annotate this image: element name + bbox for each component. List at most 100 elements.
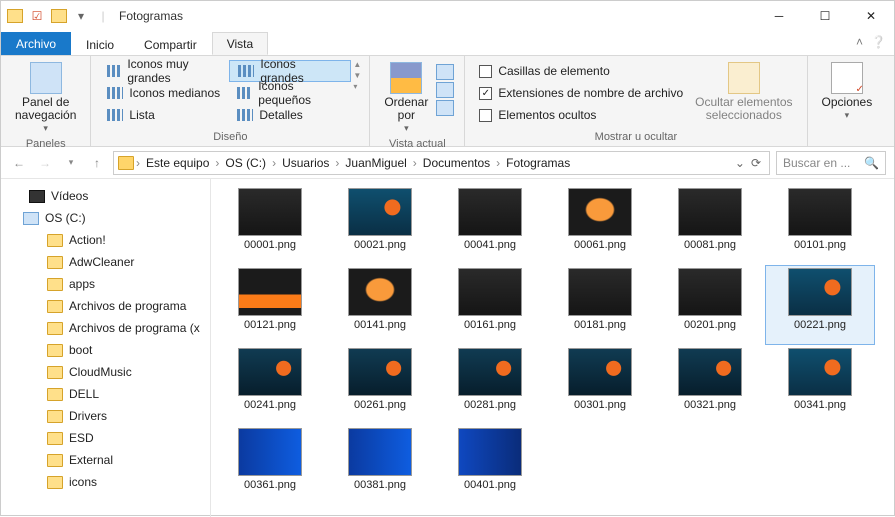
search-input[interactable]: Buscar en ... 🔍 xyxy=(776,151,886,175)
group-layout: Iconos muy grandes Iconos medianos Lista… xyxy=(91,56,370,146)
nav-pane-label: Panel de navegación xyxy=(15,96,76,122)
file-thumbnail xyxy=(678,348,742,396)
tree-folder[interactable]: icons xyxy=(1,471,210,493)
file-item[interactable]: 00381.png xyxy=(325,425,435,505)
tree-folder[interactable]: DELL xyxy=(1,383,210,405)
sort-by-button[interactable]: Ordenar por ▾ xyxy=(378,60,434,136)
file-item[interactable]: 00041.png xyxy=(435,185,545,265)
history-dropdown-icon[interactable]: ⌄ xyxy=(735,156,745,170)
refresh-icon[interactable]: ⟳ xyxy=(747,156,765,170)
hide-selected-button[interactable]: Ocultar elementos seleccionados xyxy=(689,60,798,124)
crumb-5[interactable]: Fotogramas xyxy=(502,156,574,170)
tab-home[interactable]: Inicio xyxy=(71,33,129,55)
group-panes: Panel de navegación ▾ Paneles xyxy=(1,56,91,146)
chk-file-ext[interactable]: ✓Extensiones de nombre de archivo xyxy=(473,82,689,104)
maximize-button[interactable]: ☐ xyxy=(802,1,848,31)
folder-icon xyxy=(118,156,134,170)
tree-folder[interactable]: ESD xyxy=(1,427,210,449)
file-item[interactable]: 00301.png xyxy=(545,345,655,425)
layout-list[interactable]: Lista xyxy=(99,104,229,126)
forward-button[interactable]: → xyxy=(35,153,55,173)
tree-folder[interactable]: CloudMusic xyxy=(1,361,210,383)
tree-folder[interactable]: Drivers xyxy=(1,405,210,427)
crumb-0[interactable]: Este equipo xyxy=(142,156,213,170)
size-columns-icon[interactable] xyxy=(436,82,454,98)
file-thumbnail xyxy=(568,348,632,396)
file-item[interactable]: 00001.png xyxy=(215,185,325,265)
nav-tree[interactable]: Vídeos OS (C:) Action!AdwCleanerappsArch… xyxy=(1,179,211,517)
tree-folder[interactable]: AdwCleaner xyxy=(1,251,210,273)
back-button[interactable]: ← xyxy=(9,153,29,173)
chevron-down-icon: ▾ xyxy=(404,124,409,134)
minimize-button[interactable]: ─ xyxy=(756,1,802,31)
layout-scroll-up-icon[interactable]: ▲ xyxy=(353,60,361,69)
file-thumbnail xyxy=(458,428,522,476)
layout-scroll-down-icon[interactable]: ▼ xyxy=(353,71,361,80)
file-name: 00021.png xyxy=(328,239,432,251)
file-item[interactable]: 00201.png xyxy=(655,265,765,345)
file-item[interactable]: 00101.png xyxy=(765,185,875,265)
recent-button[interactable]: ▾ xyxy=(61,153,81,173)
file-name: 00361.png xyxy=(218,479,322,491)
file-item[interactable]: 00021.png xyxy=(325,185,435,265)
file-item[interactable]: 00221.png xyxy=(765,265,875,345)
file-item[interactable]: 00081.png xyxy=(655,185,765,265)
folder-icon xyxy=(47,476,63,489)
qat-newfolder-icon[interactable] xyxy=(51,9,67,23)
file-item[interactable]: 00141.png xyxy=(325,265,435,345)
hide-selected-label: Ocultar elementos seleccionados xyxy=(695,96,792,122)
crumb-3[interactable]: JuanMiguel xyxy=(341,156,410,170)
crumb-4[interactable]: Documentos xyxy=(419,156,494,170)
layout-details[interactable]: Detalles xyxy=(229,104,351,126)
qat-properties-icon[interactable]: ☑ xyxy=(29,8,45,24)
add-columns-icon[interactable] xyxy=(436,64,454,80)
tree-folder[interactable]: Archivos de programa xyxy=(1,295,210,317)
breadcrumb[interactable]: › Este equipo› OS (C:)› Usuarios› JuanMi… xyxy=(113,151,770,175)
file-item[interactable]: 00061.png xyxy=(545,185,655,265)
group-label-layout: Diseño xyxy=(99,129,361,146)
tab-share[interactable]: Compartir xyxy=(129,33,212,55)
layout-more-icon[interactable]: ▾ xyxy=(353,82,361,91)
file-item[interactable]: 00181.png xyxy=(545,265,655,345)
file-item[interactable]: 00121.png xyxy=(215,265,325,345)
file-name: 00061.png xyxy=(548,239,652,251)
options-icon: ✓ xyxy=(831,62,863,94)
nav-pane-button[interactable]: Panel de navegación ▾ xyxy=(9,60,82,136)
crumb-2[interactable]: Usuarios xyxy=(278,156,333,170)
help-icon[interactable]: ❔ xyxy=(871,35,886,49)
file-item[interactable]: 00161.png xyxy=(435,265,545,345)
ribbon-tabs: Archivo Inicio Compartir Vista ˄ ❔ xyxy=(1,31,894,55)
file-item[interactable]: 00321.png xyxy=(655,345,765,425)
close-button[interactable]: ✕ xyxy=(848,1,894,31)
file-item[interactable]: 00261.png xyxy=(325,345,435,425)
qat-dropdown-icon[interactable]: ▾ xyxy=(73,8,89,24)
folder-icon xyxy=(47,344,63,357)
folder-icon xyxy=(47,454,63,467)
tree-drive[interactable]: OS (C:) xyxy=(1,207,210,229)
file-item[interactable]: 00241.png xyxy=(215,345,325,425)
crumb-1[interactable]: OS (C:) xyxy=(221,156,270,170)
group-by-icon[interactable] xyxy=(436,100,454,116)
layout-medium[interactable]: Iconos medianos xyxy=(99,82,229,104)
tree-folder[interactable]: boot xyxy=(1,339,210,361)
file-item[interactable]: 00361.png xyxy=(215,425,325,505)
file-item[interactable]: 00401.png xyxy=(435,425,545,505)
tree-videos[interactable]: Vídeos xyxy=(1,185,210,207)
tree-folder[interactable]: apps xyxy=(1,273,210,295)
tree-folder[interactable]: Action! xyxy=(1,229,210,251)
tree-folder[interactable]: Archivos de programa (x xyxy=(1,317,210,339)
options-button[interactable]: ✓ Opciones ▾ xyxy=(816,60,879,123)
chk-hidden-items[interactable]: Elementos ocultos xyxy=(473,104,689,126)
tab-view[interactable]: Vista xyxy=(212,32,268,55)
layout-extra-large[interactable]: Iconos muy grandes xyxy=(99,60,229,82)
tab-file[interactable]: Archivo xyxy=(1,32,71,55)
file-grid[interactable]: 00001.png00021.png00041.png00061.png0008… xyxy=(211,179,894,517)
up-button[interactable]: ↑ xyxy=(87,153,107,173)
layout-small[interactable]: Iconos pequeños xyxy=(229,82,351,104)
file-item[interactable]: 00341.png xyxy=(765,345,875,425)
ribbon-collapse-icon[interactable]: ˄ xyxy=(856,35,863,49)
chk-item-checkboxes[interactable]: Casillas de elemento xyxy=(473,60,689,82)
tree-folder[interactable]: External xyxy=(1,449,210,471)
file-item[interactable]: 00281.png xyxy=(435,345,545,425)
file-thumbnail xyxy=(678,268,742,316)
